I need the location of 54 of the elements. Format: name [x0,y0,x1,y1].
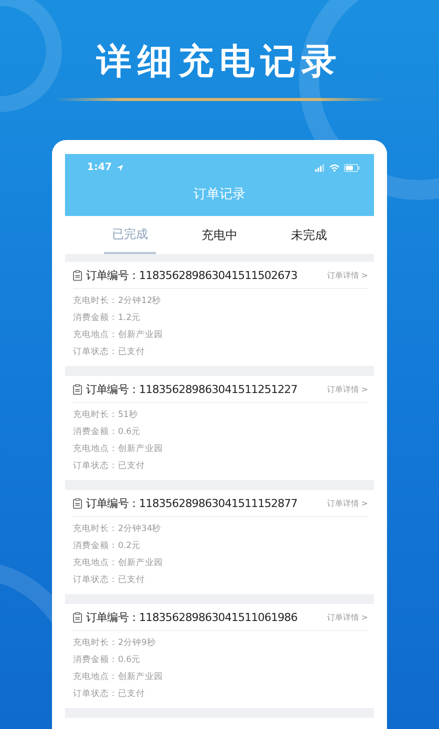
field-label: 消费金额： [73,540,118,553]
status-time: 1:47 [87,162,112,173]
field-label: 充电地点： [73,328,118,342]
field-value: 创新产业园 [118,443,163,456]
field-label: 充电地点： [73,442,118,456]
field-label: 充电时长： [73,408,118,422]
location-arrow-icon [116,164,124,172]
clipboard-icon [73,612,82,622]
field-value: 0.6元 [118,426,141,439]
tab[interactable]: 未完成 [283,216,336,254]
field-value: 创新产业园 [118,671,163,684]
order-detail-link[interactable]: 订单详情 > [326,270,368,280]
order-detail-link[interactable]: 订单详情 > [326,384,368,394]
field-label: 充电时长： [73,522,118,536]
clipboard-icon [73,384,82,394]
field-label: 充电地点： [73,556,118,570]
clipboard-icon [73,270,82,280]
field-value: 已支付 [118,460,145,473]
field-value: 创新产业园 [118,329,163,342]
field-label: 订单状态： [73,688,118,701]
field-label: 充电时长： [73,636,118,650]
header-title: 订单记录 [192,186,246,203]
field-value: 已支付 [118,574,145,587]
tab[interactable]: 充电中 [193,216,246,254]
field-value: 2分钟9秒 [118,637,156,650]
field-value: 2分钟34秒 [118,523,162,536]
field-label: 消费金额： [73,654,118,667]
field-value: 0.6元 [118,654,141,667]
headline: 详细充电记录 [96,41,342,84]
field-value: 1.2元 [118,312,141,325]
order-number: 订单编号：118356289863041511251227 [86,382,298,396]
field-value: 0.2元 [118,540,141,553]
field-label: 充电地点： [73,670,118,684]
field-label: 消费金额： [73,426,118,439]
battery-icon [344,164,360,172]
clipboard-icon [73,498,82,508]
field-label: 订单状态： [73,346,118,359]
field-value: 已支付 [118,688,145,701]
order-number: 订单编号：118356289863041511502673 [86,268,298,282]
order-detail-link[interactable]: 订单详情 > [326,612,368,622]
field-label: 消费金额： [73,312,118,325]
signal-icon [315,164,325,172]
tab[interactable]: 已完成 [104,216,156,254]
order-number: 订单编号：118356289863041511061986 [86,610,298,624]
order-number: 订单编号：118356289863041511152877 [86,496,298,510]
field-value: 51秒 [118,409,138,422]
field-value: 创新产业园 [118,557,163,570]
field-value: 2分钟12秒 [118,295,162,308]
field-label: 订单状态： [73,574,118,587]
field-value: 已支付 [118,346,145,359]
field-label: 充电时长： [73,294,118,308]
order-detail-link[interactable]: 订单详情 > [326,498,368,508]
field-label: 订单状态： [73,460,118,473]
wifi-icon [329,164,340,172]
